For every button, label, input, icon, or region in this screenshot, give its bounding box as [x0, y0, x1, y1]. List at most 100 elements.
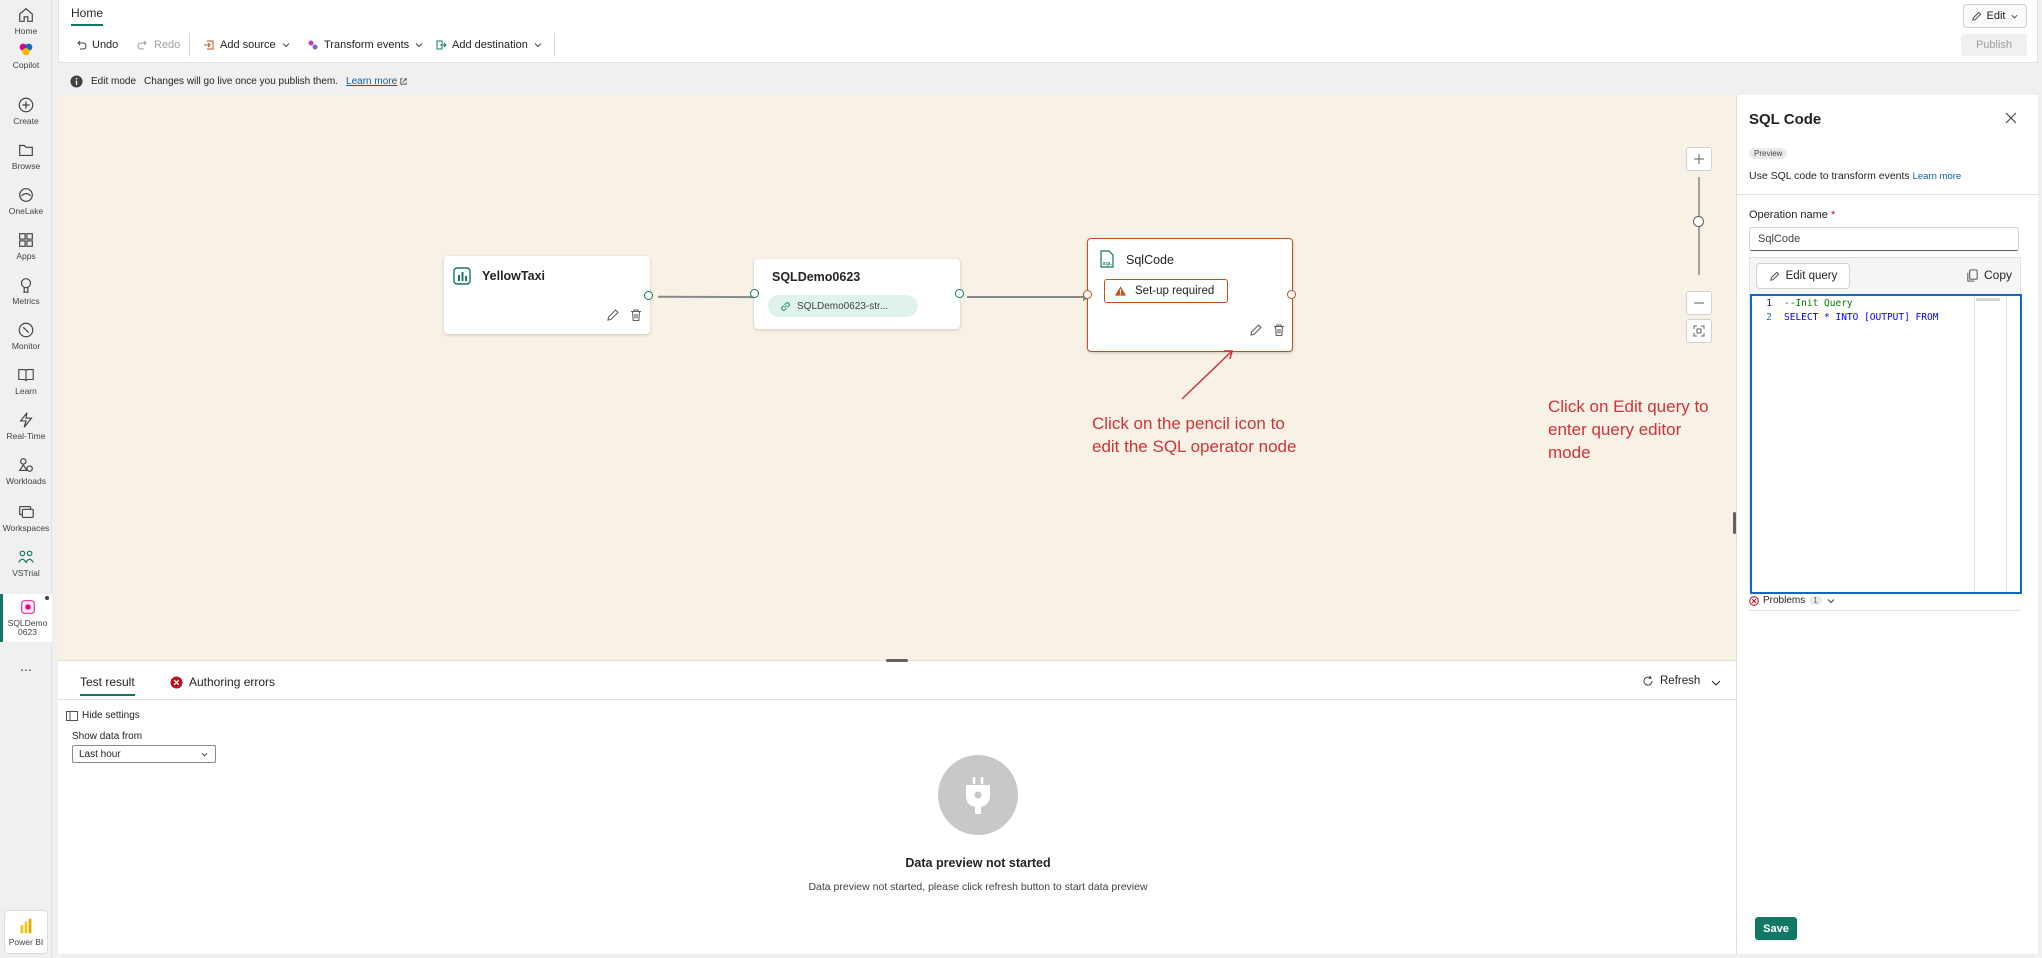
close-icon[interactable] — [2005, 112, 2017, 124]
time-range-value: Last hour — [79, 748, 121, 760]
rail-item-onelake[interactable]: OneLake — [0, 186, 52, 228]
undo-button[interactable]: Undo — [71, 34, 122, 56]
code-line: 1 --Init Query — [1752, 298, 1852, 312]
add-destination-button[interactable]: Add destination — [431, 34, 547, 56]
operator-node-sqlcode[interactable]: SQL SqlCode Set-up required — [1083, 238, 1296, 352]
tab-label: Authoring errors — [189, 675, 276, 689]
required-marker: * — [1830, 209, 1836, 221]
add-source-button[interactable]: Add source — [199, 34, 295, 56]
rail-label: Create — [13, 116, 39, 126]
code-text: SELECT * INTO [OUTPUT] FROM — [1784, 312, 1939, 323]
copilot-icon — [19, 43, 33, 56]
vstrial-icon — [18, 550, 34, 564]
fit-view-button[interactable] — [1686, 319, 1712, 343]
line-number: 2 — [1766, 312, 1772, 323]
settings-panel-icon — [66, 710, 78, 721]
empty-state-desc: Data preview not started, please click r… — [808, 881, 1148, 893]
pencil-icon[interactable] — [1249, 323, 1263, 337]
transform-icon — [308, 40, 318, 50]
panel-resize-handle[interactable] — [886, 659, 908, 662]
refresh-label: Refresh — [1660, 675, 1701, 687]
problems-bar[interactable]: Problems 1 — [1749, 595, 1836, 606]
output-port[interactable] — [955, 289, 964, 298]
pencil-icon — [1971, 11, 1981, 21]
rail-item-learn[interactable]: Learn — [0, 366, 52, 408]
save-button[interactable]: Save — [1755, 917, 1797, 940]
powerbi-switcher[interactable]: Power BI — [4, 910, 48, 954]
chevron-down-icon — [415, 43, 423, 48]
tab-authoring-errors[interactable]: Authoring errors — [170, 675, 275, 689]
chevron-down-icon — [201, 752, 208, 756]
pencil-icon[interactable] — [606, 308, 620, 322]
tab-home[interactable]: Home — [71, 6, 104, 26]
chevron-down-icon[interactable] — [1710, 677, 1722, 689]
output-port[interactable] — [644, 291, 653, 300]
input-port[interactable] — [750, 289, 759, 298]
zoom-in-button[interactable] — [1686, 147, 1712, 171]
problems-divider — [1749, 610, 2021, 611]
rail-item-vstrial[interactable]: VSTrial — [0, 548, 52, 590]
delete-icon[interactable] — [629, 308, 643, 322]
ribbon-divider — [189, 33, 190, 57]
output-port[interactable] — [1287, 290, 1296, 299]
edit-query-button[interactable]: Edit query — [1756, 263, 1850, 289]
edit-mode-infobar: Edit mode Changes will go live once you … — [58, 67, 2038, 95]
operation-name-input[interactable]: SqlCode — [1749, 227, 2019, 251]
more-icon[interactable]: ... — [0, 658, 52, 674]
stream-pill[interactable]: SQLDemo0623-str... — [768, 295, 918, 317]
minimap[interactable] — [1976, 298, 2000, 301]
code-editor-area[interactable]: 1 --Init Query 2 SELECT * INTO [OUTPUT] … — [1750, 294, 2022, 594]
transform-events-button[interactable]: Transform events — [303, 34, 428, 56]
rail-item-workspaces[interactable]: Workspaces — [0, 503, 52, 545]
rail-item-metrics[interactable]: Metrics — [0, 276, 52, 318]
edit-mode-button[interactable]: Edit — [1963, 4, 2027, 28]
show-data-label: Show data from — [72, 731, 143, 742]
refresh-button[interactable]: Refresh — [1642, 675, 1700, 687]
tab-test-result[interactable]: Test result — [80, 675, 135, 696]
plug-icon — [966, 777, 990, 814]
rail-label: VSTrial — [12, 568, 40, 578]
pane-desc-text: Use SQL code to transform events — [1749, 170, 1910, 182]
tab-label: Test result — [80, 675, 135, 689]
source-node-yellowtaxi[interactable]: YellowTaxi — [444, 256, 653, 334]
learn-more-link[interactable]: Learn more — [346, 76, 397, 87]
undo-icon — [77, 40, 87, 50]
rail-item-sqldemo[interactable]: SQLDemo0623 — [0, 594, 52, 642]
zoom-out-button[interactable] — [1686, 291, 1712, 315]
rail-item-realtime[interactable]: Real-Time — [0, 411, 52, 453]
empty-state-illustration — [938, 755, 1018, 835]
eventstream-canvas[interactable]: YellowTaxi SQLDemo0623 SQLDemo0623-str..… — [58, 95, 1736, 660]
time-range-select[interactable]: Last hour — [72, 745, 216, 763]
publish-button[interactable]: Publish — [1961, 34, 2027, 56]
redo-label: Redo — [154, 39, 181, 51]
chart-source-icon — [453, 267, 471, 285]
stream-node-sqldemo0623[interactable]: SQLDemo0623 SQLDemo0623-str... — [750, 259, 964, 329]
rail-item-workloads[interactable]: Workloads — [0, 456, 52, 498]
stream-pill-label: SQLDemo0623-str... — [797, 300, 889, 312]
rail-item-apps[interactable]: Apps — [0, 231, 52, 273]
rail-item-browse[interactable]: Browse — [0, 141, 52, 183]
zoom-slider-thumb[interactable] — [1693, 216, 1704, 227]
chevron-down-icon — [1827, 598, 1835, 603]
rail-label: Real-Time — [6, 431, 46, 441]
rail-label: Apps — [16, 251, 36, 261]
minimap-divider — [1974, 296, 1975, 592]
rail-item-monitor[interactable]: Monitor — [0, 321, 52, 363]
input-port[interactable] — [1083, 290, 1092, 299]
ribbon-divider — [554, 33, 555, 57]
node-title: YellowTaxi — [482, 269, 545, 283]
hide-settings-button[interactable]: Hide settings — [66, 710, 140, 721]
onelake-icon — [19, 188, 33, 202]
rail-item-create[interactable]: Create — [0, 96, 52, 138]
add-source-icon — [204, 40, 214, 50]
redo-button[interactable]: Redo — [133, 34, 184, 56]
annotation-line: Click on Edit query to — [1548, 397, 1709, 416]
delete-icon[interactable] — [1272, 323, 1286, 337]
plus-icon — [1694, 154, 1704, 164]
scrollbar-track[interactable] — [2006, 296, 2007, 592]
learn-more-link[interactable]: Learn more — [1913, 171, 1962, 182]
warning-icon — [1114, 286, 1127, 296]
rail-item-copilot[interactable]: Copilot — [0, 40, 52, 82]
copy-button[interactable]: Copy — [1966, 268, 2012, 282]
home-icon — [19, 7, 33, 22]
